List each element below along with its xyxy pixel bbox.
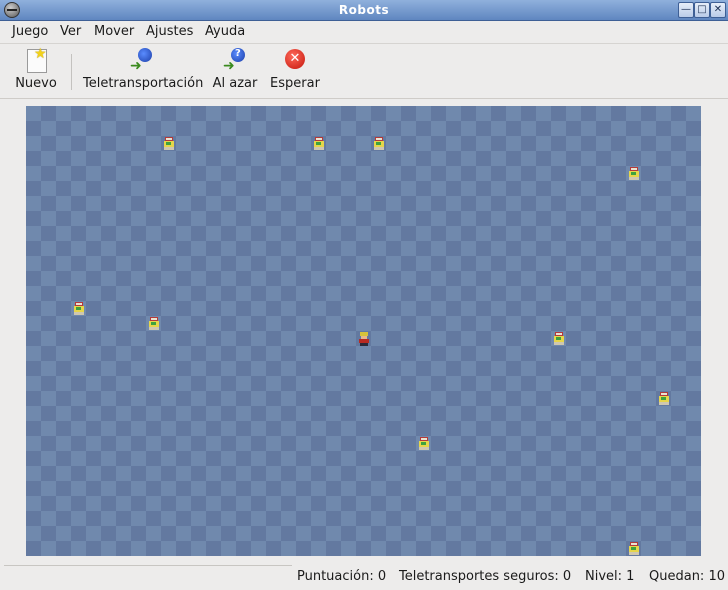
- robot-icon: [418, 437, 430, 450]
- level-label: Nivel:: [585, 569, 623, 584]
- score-label: Puntuación:: [297, 569, 374, 584]
- menu-ver[interactable]: Ver: [60, 24, 81, 39]
- wait-label: Esperar: [270, 76, 320, 91]
- robot-icon: [313, 137, 325, 150]
- menu-ayuda[interactable]: Ayuda: [205, 24, 245, 39]
- title-bar: Robots — □ ✕: [0, 0, 728, 21]
- menu-mover[interactable]: Mover: [94, 24, 134, 39]
- new-game-label: Nuevo: [15, 76, 57, 91]
- close-icon[interactable]: ✕: [710, 2, 726, 18]
- toolbar-separator: [71, 54, 72, 90]
- robot-icon: [628, 542, 640, 555]
- level-status: Nivel: 1: [585, 569, 634, 584]
- robot-icon: [553, 332, 565, 345]
- new-game-button[interactable]: ★ Nuevo: [14, 46, 58, 91]
- toolbar: ★ Nuevo ➜ Teletransportación ? ➜ Al azar …: [0, 43, 728, 99]
- remaining-value: 10: [708, 569, 725, 584]
- score-value: 0: [377, 569, 387, 584]
- score-status: Puntuación: 0: [297, 569, 386, 584]
- random-teleport-icon: ? ➜: [223, 48, 247, 74]
- new-game-icon: ★: [24, 46, 48, 73]
- teleport-icon: ➜: [130, 48, 154, 74]
- random-teleport-label: Al azar: [212, 76, 258, 91]
- robot-icon: [73, 302, 85, 315]
- random-teleport-button[interactable]: ? ➜ Al azar: [212, 48, 258, 91]
- teleport-label: Teletransportación: [83, 76, 204, 91]
- menu-juego[interactable]: Juego: [12, 24, 48, 39]
- robot-icon: [373, 137, 385, 150]
- minimize-icon[interactable]: —: [678, 2, 694, 18]
- robot-icon: [148, 317, 160, 330]
- wait-icon: ✕: [283, 48, 307, 72]
- robot-icon: [658, 392, 670, 405]
- status-bar: Puntuación: 0 Teletransportes seguros: 0…: [0, 565, 728, 590]
- safe-teleports-label: Teletransportes seguros:: [399, 569, 559, 584]
- remaining-label: Quedan:: [649, 569, 705, 584]
- status-divider: [4, 565, 292, 567]
- menu-ajustes[interactable]: Ajustes: [146, 24, 193, 39]
- robot-icon: [628, 167, 640, 180]
- remaining-status: Quedan: 10: [649, 569, 725, 584]
- teleport-button[interactable]: ➜ Teletransportación: [83, 48, 204, 91]
- wait-button[interactable]: ✕ Esperar: [270, 48, 320, 91]
- game-board[interactable]: [26, 106, 701, 556]
- safe-teleports-status: Teletransportes seguros: 0: [399, 569, 571, 584]
- maximize-icon[interactable]: □: [694, 2, 710, 18]
- robot-icon: [163, 137, 175, 150]
- player-icon: [358, 332, 370, 346]
- level-value: 1: [626, 569, 635, 584]
- menu-bar: Juego Ver Mover Ajustes Ayuda: [0, 21, 728, 42]
- window-title: Robots: [338, 3, 390, 17]
- safe-teleports-value: 0: [562, 569, 572, 584]
